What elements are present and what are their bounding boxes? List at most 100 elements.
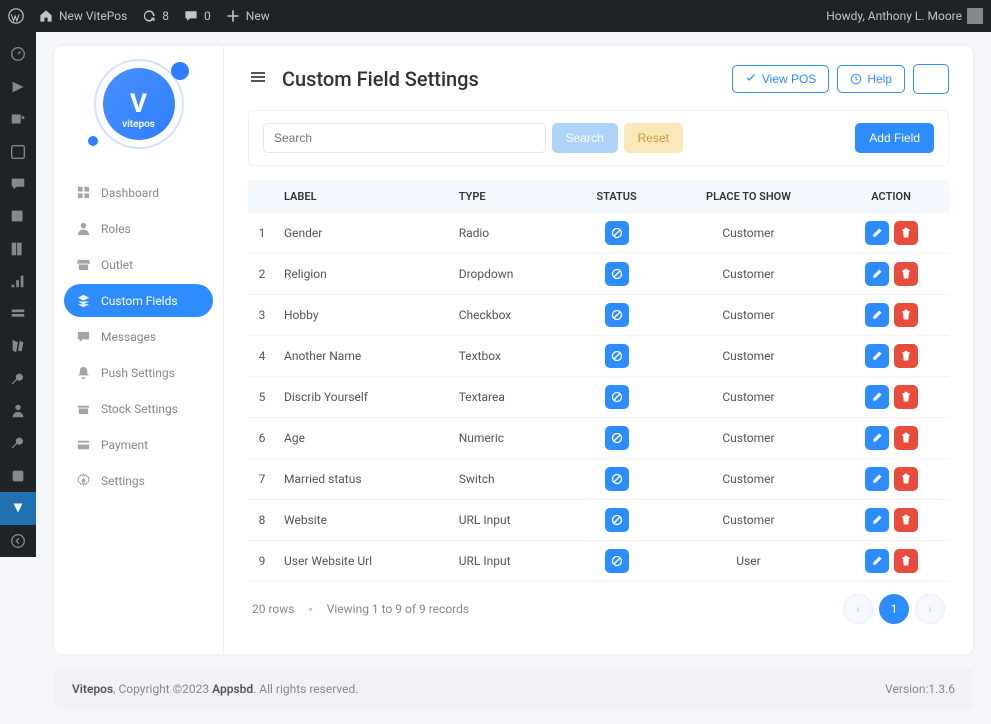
- sidebar-item-dashboard[interactable]: Dashboard: [64, 176, 213, 209]
- row-number: 7: [248, 459, 276, 500]
- wp-nav-item[interactable]: [0, 70, 36, 102]
- help-button[interactable]: Help: [837, 65, 905, 93]
- table-row: 9User Website UrlURL InputUser: [248, 541, 949, 582]
- wp-nav-item[interactable]: [0, 233, 36, 265]
- status-toggle[interactable]: [605, 467, 629, 491]
- edit-button[interactable]: [865, 344, 889, 368]
- wp-nav-item[interactable]: [0, 427, 36, 459]
- delete-button[interactable]: [894, 426, 918, 450]
- add-field-button[interactable]: Add Field: [855, 123, 934, 153]
- wp-nav-item[interactable]: [0, 395, 36, 427]
- sidebar-item-push-settings[interactable]: Push Settings: [64, 356, 213, 389]
- trash-icon: [900, 514, 912, 526]
- status-toggle[interactable]: [605, 549, 629, 573]
- edit-icon: [871, 514, 883, 526]
- wp-logo-icon[interactable]: [8, 8, 24, 24]
- sidebar-item-messages[interactable]: Messages: [64, 320, 213, 353]
- status-toggle[interactable]: [605, 303, 629, 327]
- sidebar-item-settings[interactable]: Settings: [64, 464, 213, 497]
- cell-label: Religion: [276, 254, 451, 295]
- col-place: PLACE TO SHOW: [664, 180, 833, 213]
- wp-nav-item[interactable]: [0, 200, 36, 232]
- sidebar-item-label: Custom Fields: [101, 294, 178, 308]
- col-status: STATUS: [569, 180, 664, 213]
- page-title: Custom Field Settings: [282, 67, 479, 91]
- row-number: 9: [248, 541, 276, 582]
- edit-button[interactable]: [865, 385, 889, 409]
- trash-icon: [900, 309, 912, 321]
- sidebar-item-roles[interactable]: Roles: [64, 212, 213, 245]
- sidebar-item-outlet[interactable]: Outlet: [64, 248, 213, 281]
- cell-type: Radio: [451, 213, 570, 254]
- trash-icon: [900, 391, 912, 403]
- wp-nav-item[interactable]: [0, 362, 36, 394]
- wp-nav-collapse[interactable]: [0, 525, 36, 557]
- wp-user-greeting[interactable]: Howdy, Anthony L. Moore: [826, 8, 983, 24]
- rows-per-page[interactable]: 20 rows: [252, 602, 294, 616]
- theme-toggle[interactable]: [913, 64, 949, 94]
- status-toggle[interactable]: [605, 508, 629, 532]
- wp-nav-item[interactable]: [0, 298, 36, 330]
- view-pos-label: View POS: [762, 72, 816, 86]
- delete-button[interactable]: [894, 508, 918, 532]
- delete-button[interactable]: [894, 385, 918, 409]
- page-prev-button[interactable]: ‹: [843, 594, 873, 624]
- sidebar-item-custom-fields[interactable]: Custom Fields: [64, 284, 213, 317]
- wp-comments-link[interactable]: 0: [183, 8, 211, 24]
- status-toggle[interactable]: [605, 262, 629, 286]
- search-button[interactable]: Search: [552, 123, 618, 153]
- wp-nav-item[interactable]: [0, 330, 36, 362]
- page-number-button[interactable]: 1: [879, 594, 909, 624]
- reset-button[interactable]: Reset: [624, 123, 683, 153]
- status-toggle[interactable]: [605, 426, 629, 450]
- edit-button[interactable]: [865, 303, 889, 327]
- wp-nav-item[interactable]: [0, 135, 36, 167]
- menu-toggle-icon[interactable]: [248, 67, 268, 91]
- table-row: 8WebsiteURL InputCustomer: [248, 500, 949, 541]
- trash-icon: [900, 432, 912, 444]
- footer-rights: . All rights reserved.: [253, 682, 358, 696]
- delete-button[interactable]: [894, 262, 918, 286]
- delete-button[interactable]: [894, 221, 918, 245]
- edit-button[interactable]: [865, 467, 889, 491]
- status-toggle[interactable]: [605, 221, 629, 245]
- edit-icon: [871, 391, 883, 403]
- delete-button[interactable]: [894, 303, 918, 327]
- row-number: 1: [248, 213, 276, 254]
- disable-icon: [611, 514, 623, 526]
- wp-updates-link[interactable]: 8: [141, 8, 169, 24]
- cell-label: Website: [276, 500, 451, 541]
- page-next-button[interactable]: ›: [915, 594, 945, 624]
- status-toggle[interactable]: [605, 385, 629, 409]
- cell-type: URL Input: [451, 500, 570, 541]
- search-input[interactable]: [263, 123, 546, 153]
- row-number: 3: [248, 295, 276, 336]
- sidebar-item-payment[interactable]: Payment: [64, 428, 213, 461]
- edit-button[interactable]: [865, 508, 889, 532]
- delete-button[interactable]: [894, 344, 918, 368]
- sidebar-item-stock-settings[interactable]: Stock Settings: [64, 392, 213, 425]
- wp-nav-dashboard[interactable]: [0, 38, 36, 70]
- wp-nav-item[interactable]: [0, 168, 36, 200]
- status-toggle[interactable]: [605, 344, 629, 368]
- view-pos-button[interactable]: View POS: [732, 65, 829, 93]
- trash-icon: [900, 473, 912, 485]
- delete-button[interactable]: [894, 549, 918, 573]
- edit-button[interactable]: [865, 262, 889, 286]
- wp-nav-vitepos[interactable]: [0, 492, 36, 524]
- wp-new-link[interactable]: New: [225, 8, 270, 24]
- disable-icon: [611, 432, 623, 444]
- wp-nav-item[interactable]: [0, 265, 36, 297]
- wp-nav-item[interactable]: [0, 103, 36, 135]
- store-icon: [76, 257, 91, 272]
- cell-place: Customer: [664, 418, 833, 459]
- edit-button[interactable]: [865, 221, 889, 245]
- delete-button[interactable]: [894, 467, 918, 491]
- app-logo: Vvitepos: [64, 60, 213, 160]
- cell-type: Numeric: [451, 418, 570, 459]
- edit-button[interactable]: [865, 549, 889, 573]
- wp-nav-item[interactable]: [0, 460, 36, 492]
- moon-icon: [923, 71, 939, 87]
- edit-button[interactable]: [865, 426, 889, 450]
- wp-home-link[interactable]: New VitePos: [38, 8, 127, 24]
